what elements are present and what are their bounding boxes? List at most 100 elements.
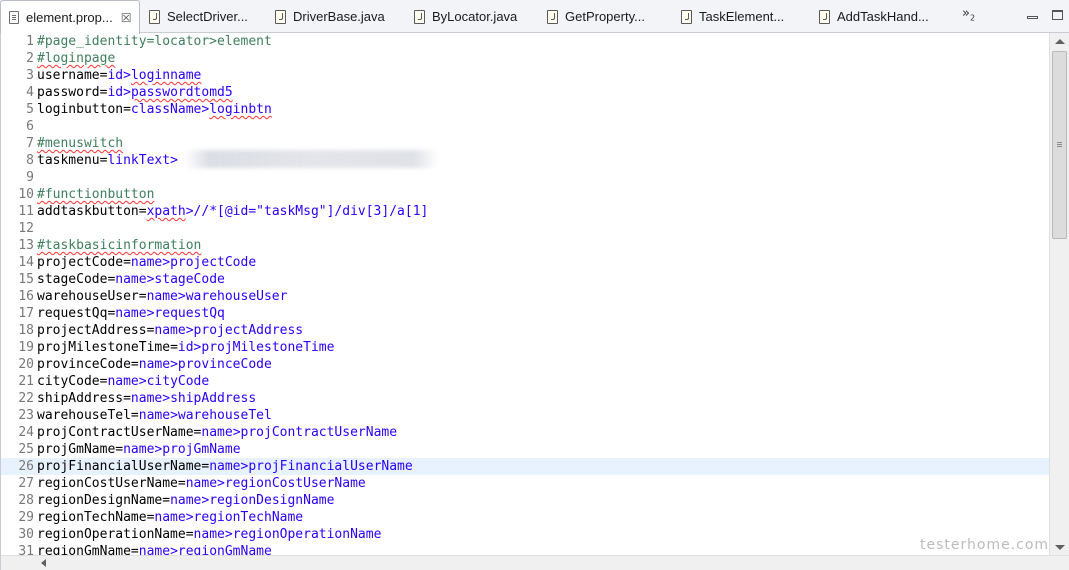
locator-value: projectCode [170,255,257,270]
locator-value: requestQq [154,306,225,321]
tab-driverbase[interactable]: DriverBase.java [267,0,401,33]
tab-addtaskhandler[interactable]: AddTaskHand... [811,0,951,33]
code-line[interactable]: 14 projectCode=name>projectCode [1,254,1049,271]
locator-separator: > [170,408,178,423]
locator-value: provinceCode [177,357,272,372]
scroll-left-icon[interactable] [41,559,46,567]
line-number: 17 [18,306,34,321]
locator-value: projFinancialUserName [248,459,413,474]
code-line[interactable]: 24 projContractUserName=name>projContract… [1,424,1049,441]
maximize-icon[interactable] [1052,10,1063,20]
locator-type: id [177,340,194,355]
comment-text: #taskbasicinformation [37,238,202,253]
code-line[interactable]: 30 regionOperationName=name>regionOperati… [1,526,1049,543]
line-number: 14 [18,255,34,270]
code-line[interactable]: 6 [1,118,1049,135]
property-key: projContractUserName [37,425,194,440]
code-line[interactable]: 11 addtaskbutton=xpath>//*[@id="taskMsg"]… [1,203,1049,220]
line-number: 5 [26,102,34,117]
line-number: 15 [18,272,34,287]
close-tab-icon[interactable]: ☒ [121,11,132,25]
code-line[interactable]: 7 #menuswitch [1,135,1049,152]
code-line[interactable]: 15 stageCode=name>stageCode [1,271,1049,288]
code-line[interactable]: 21 cityCode=name>cityCode [1,373,1049,390]
line-number: 18 [18,323,34,338]
property-key: stageCode [37,272,108,287]
tab-getproperty[interactable]: GetProperty... [539,0,673,33]
code-line[interactable]: 23 warehouseTel=name>warehouseTel [1,407,1049,424]
line-number: 1 [26,34,34,49]
locator-separator: > [232,425,241,440]
code-line[interactable]: 26 projFinancialUserName=name>projFinanci… [1,458,1049,475]
minimize-icon[interactable] [1027,16,1038,19]
tab-selectdriver[interactable]: SelectDriver... [141,0,275,33]
locator-separator: > [224,527,233,542]
code-line[interactable]: 5 loginbutton=className>loginbtn [1,101,1049,118]
line-number: 12 [18,221,34,236]
tab-bylocator[interactable]: ByLocator.java [406,0,540,33]
code-line[interactable]: 2 #loginpage [1,50,1049,67]
locator-separator: > [177,289,186,304]
locator-value: regionDesignName [209,493,335,508]
locator-type: name [170,493,202,508]
code-line[interactable]: 10 #functionbutton [1,186,1049,203]
scrollbar-thumb[interactable] [1052,51,1067,239]
tab-taskelement[interactable]: TaskElement... [673,0,807,33]
locator-separator: > [185,204,194,219]
code-line[interactable]: 3 username=id>loginname [1,67,1049,84]
locator-value: projectAddress [193,323,304,338]
code-line[interactable]: 20 provinceCode=name>provinceCode [1,356,1049,373]
locator-type: xpath [146,204,186,219]
property-key: regionDesignName [37,493,163,508]
locator-type: className [130,102,202,117]
code-line[interactable]: 19 projMilestoneTime=id>projMilestoneTime [1,339,1049,356]
locator-value: regionOperationName [232,527,382,542]
code-line[interactable]: 8 taskmenu=linkText> [1,152,1049,169]
tab-overflow-button[interactable]: »2 [962,6,975,23]
locator-type: name [115,272,147,287]
line-number: 9 [26,170,34,185]
locator-value: stageCode [154,272,225,287]
tab-element-properties[interactable]: element.prop... ☒ [0,0,140,34]
property-key: projFinancialUserName [37,459,202,474]
editor-tab-bar: element.prop... ☒ SelectDriver... Driver… [0,0,1069,34]
property-key: provinceCode [37,357,131,372]
code-line[interactable]: 18 projectAddress=name>projectAddress [1,322,1049,339]
scroll-up-icon[interactable] [1055,39,1065,44]
code-line[interactable]: 17 requestQq=name>requestQq [1,305,1049,322]
code-line[interactable]: 13 #taskbasicinformation [1,237,1049,254]
locator-value: passwordtomd5 [130,85,233,100]
code-line[interactable]: 22 shipAddress=name>shipAddress [1,390,1049,407]
code-line[interactable]: 9 [1,169,1049,186]
code-line[interactable]: 25 projGmName=name>projGmName [1,441,1049,458]
horizontal-scrollbar[interactable] [1,555,1069,570]
tab-label: GetProperty... [565,9,645,24]
java-file-icon [149,9,160,24]
scroll-down-icon[interactable] [1055,545,1065,550]
locator-type: linkText [107,153,171,168]
equals-sign: = [123,255,131,270]
property-key: addtaskbutton [37,204,139,219]
comment-text: #loginpage [37,51,116,66]
property-key: regionOperationName [37,527,186,542]
code-editor[interactable]: 1 #page_identity=locator>element 2 #loginpa… [0,33,1069,570]
equals-sign: = [123,391,131,406]
line-number: 8 [26,153,34,168]
watermark: testerhome.com [920,537,1050,553]
locator-separator: > [162,255,171,270]
locator-type: name [209,459,241,474]
code-line[interactable]: 16 warehouseUser=name>warehouseUser [1,288,1049,305]
code-line[interactable]: 28 regionDesignName=name>regionDesignName [1,492,1049,509]
vertical-scrollbar[interactable] [1049,33,1069,556]
equals-sign: = [130,357,139,372]
property-key: projMilestoneTime [37,340,171,355]
code-line[interactable]: 4 password=id>passwordtomd5 [1,84,1049,101]
code-line[interactable]: 1 #page_identity=locator>element [1,33,1049,50]
code-line[interactable]: 29 regionTechName=name>regionTechName [1,509,1049,526]
overflow-count: 2 [969,13,976,23]
code-line[interactable]: 27 regionCostUserName=name>regionCostUser… [1,475,1049,492]
locator-type: id [107,85,124,100]
code-line[interactable]: 12 [1,220,1049,237]
property-key: projGmName [37,442,116,457]
property-key: regionTechName [37,510,147,525]
